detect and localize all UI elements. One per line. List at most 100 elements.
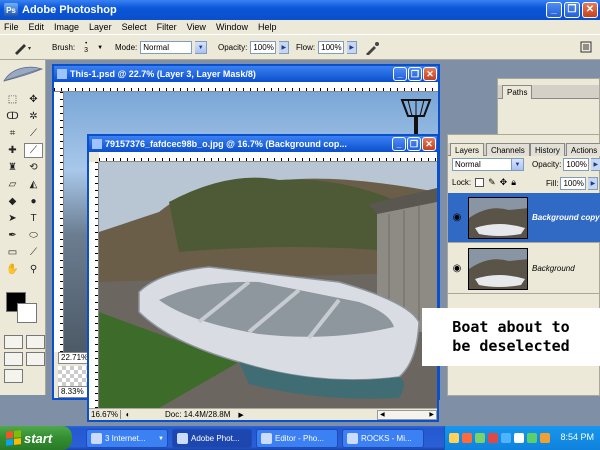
slice-tool-icon[interactable]: ⟋ bbox=[24, 126, 43, 141]
menu-image[interactable]: Image bbox=[54, 22, 79, 32]
standard-mode-icon[interactable] bbox=[4, 335, 23, 349]
maximize-icon[interactable]: ❐ bbox=[407, 137, 421, 151]
tab-channels[interactable]: Channels bbox=[486, 143, 530, 156]
flow-input[interactable]: 100% bbox=[318, 41, 345, 54]
document-window-front[interactable]: 79157376_fafdcec98b_o.jpg @ 16.7% (Backg… bbox=[87, 134, 439, 422]
move-tool-icon[interactable]: ✥ bbox=[24, 92, 43, 107]
menu-file[interactable]: File bbox=[4, 22, 19, 32]
lock-position-icon[interactable]: ✥ bbox=[500, 177, 508, 188]
app-title-bar[interactable]: Ps Adobe Photoshop _ ❐ ✕ bbox=[0, 0, 600, 20]
tray-icon-8[interactable] bbox=[540, 433, 550, 443]
tray-icon-1[interactable] bbox=[449, 433, 459, 443]
blur-tool-icon[interactable]: ◆ bbox=[3, 194, 22, 209]
notes-tool-icon[interactable]: ▭ bbox=[3, 245, 22, 260]
photoshop-feather-icon[interactable] bbox=[2, 63, 44, 85]
doc-front-hscrollbar[interactable]: ◀ ▶ bbox=[377, 409, 437, 420]
lasso-tool-icon[interactable]: ↀ bbox=[3, 109, 22, 124]
history-brush-tool-icon[interactable]: ⟲ bbox=[24, 160, 43, 175]
tray-icon-4[interactable] bbox=[488, 433, 498, 443]
status-info-icon[interactable]: ◐ bbox=[121, 410, 135, 419]
tab-layers[interactable]: Layers bbox=[450, 143, 485, 156]
layer-opacity-slider-icon[interactable]: ▶ bbox=[591, 158, 600, 171]
mode-dropdown-icon[interactable]: ▼ bbox=[195, 41, 208, 54]
layer-row-background-copy[interactable]: ◉ Background copy bbox=[448, 193, 600, 243]
menu-edit[interactable]: Edit bbox=[29, 22, 45, 32]
layer-row-background[interactable]: ◉ Background bbox=[448, 244, 600, 294]
blend-mode-dropdown-icon[interactable]: ▼ bbox=[512, 158, 524, 171]
menu-help[interactable]: Help bbox=[258, 22, 277, 32]
tray-icon-2[interactable] bbox=[462, 433, 472, 443]
close-icon[interactable]: ✕ bbox=[422, 137, 436, 151]
start-button[interactable]: start bbox=[0, 426, 72, 450]
eraser-tool-icon[interactable]: ▱ bbox=[3, 177, 22, 192]
layer-visibility-eye-icon[interactable]: ◉ bbox=[448, 244, 466, 294]
minimize-icon[interactable]: _ bbox=[546, 2, 562, 18]
tool-preset-picker[interactable] bbox=[12, 41, 32, 55]
healing-brush-tool-icon[interactable]: ✚ bbox=[3, 143, 22, 158]
opacity-input[interactable]: 100% bbox=[250, 41, 277, 54]
menu-select[interactable]: Select bbox=[122, 22, 147, 32]
brush-dropdown-icon[interactable]: ▼ bbox=[97, 45, 103, 51]
taskbar-item-rocks[interactable]: ROCKS - Mi... bbox=[342, 429, 424, 448]
fill-input[interactable]: 100% bbox=[560, 177, 587, 190]
layer-opacity-input[interactable]: 100% bbox=[563, 158, 590, 171]
menu-window[interactable]: Window bbox=[216, 22, 248, 32]
doc-front-canvas[interactable] bbox=[99, 162, 437, 408]
close-icon[interactable]: ✕ bbox=[423, 67, 437, 81]
opacity-slider-icon[interactable]: ▶ bbox=[279, 41, 290, 54]
taskbar-item-internet[interactable]: 3 Internet... ▼ bbox=[86, 429, 168, 448]
hand-tool-icon[interactable]: ✋ bbox=[3, 262, 22, 277]
background-color-swatch[interactable] bbox=[17, 303, 37, 323]
doc-front-title-bar[interactable]: 79157376_fafdcec98b_o.jpg @ 16.7% (Backg… bbox=[89, 136, 437, 152]
taskbar-item-editor[interactable]: Editor - Pho... bbox=[256, 429, 338, 448]
doc-back-title-bar[interactable]: This-1.psd @ 22.7% (Layer 3, Layer Mask/… bbox=[54, 66, 438, 82]
status-menu-arrow-icon[interactable]: ▶ bbox=[238, 411, 243, 419]
layer-visibility-eye-icon[interactable]: ◉ bbox=[448, 193, 466, 243]
brush-size-preview[interactable]: • 3 bbox=[78, 41, 94, 54]
type-tool-icon[interactable]: T bbox=[24, 211, 43, 226]
tab-history[interactable]: History bbox=[530, 143, 565, 156]
full-screen-mode-icon[interactable] bbox=[26, 352, 45, 366]
shape-tool-icon[interactable]: ⬭ bbox=[24, 228, 43, 243]
quick-mask-mode-icon[interactable] bbox=[26, 335, 45, 349]
clone-stamp-tool-icon[interactable]: ♜ bbox=[3, 160, 22, 175]
tray-icon-3[interactable] bbox=[475, 433, 485, 443]
dodge-tool-icon[interactable]: ● bbox=[24, 194, 43, 209]
palette-well-button[interactable] bbox=[580, 41, 592, 53]
lock-pixels-icon[interactable]: ✎ bbox=[488, 177, 496, 188]
blend-mode-select[interactable]: Normal bbox=[452, 158, 512, 171]
marquee-tool-icon[interactable]: ⬚ bbox=[3, 92, 22, 107]
pen-tool-icon[interactable]: ✒ bbox=[3, 228, 22, 243]
tray-icon-5[interactable] bbox=[501, 433, 511, 443]
menu-view[interactable]: View bbox=[187, 22, 206, 32]
jump-to-imageready-icon[interactable] bbox=[4, 369, 23, 383]
path-selection-tool-icon[interactable]: ➤ bbox=[3, 211, 22, 226]
tray-icon-7[interactable] bbox=[527, 433, 537, 443]
standard-screen-mode-icon[interactable] bbox=[4, 352, 23, 366]
maximize-icon[interactable]: ❐ bbox=[408, 67, 422, 81]
magic-wand-tool-icon[interactable]: ✲ bbox=[24, 109, 43, 124]
crop-tool-icon[interactable]: ⌗ bbox=[3, 126, 22, 141]
tray-icon-6[interactable] bbox=[514, 433, 524, 443]
maximize-icon[interactable]: ❐ bbox=[564, 2, 580, 18]
fill-slider-icon[interactable]: ▶ bbox=[588, 177, 599, 190]
minimize-icon[interactable]: _ bbox=[392, 137, 406, 151]
tab-actions[interactable]: Actions bbox=[566, 143, 600, 156]
menu-layer[interactable]: Layer bbox=[89, 22, 112, 32]
tab-paths[interactable]: Paths bbox=[502, 85, 533, 99]
minimize-icon[interactable]: _ bbox=[393, 67, 407, 81]
lock-all-icon[interactable]: 🔒︎ bbox=[511, 177, 516, 188]
lock-transparency-icon[interactable] bbox=[475, 178, 485, 187]
paint-bucket-tool-icon[interactable]: ◭ bbox=[24, 177, 43, 192]
menu-filter[interactable]: Filter bbox=[157, 22, 177, 32]
zoom-tool-icon[interactable]: ⚲ bbox=[24, 262, 43, 277]
close-icon[interactable]: ✕ bbox=[582, 2, 598, 18]
brush-picker[interactable]: Brush: • 3 ▼ bbox=[52, 41, 103, 54]
eyedropper-tool-icon[interactable]: ⟋ bbox=[24, 245, 43, 260]
airbrush-toggle[interactable] bbox=[364, 41, 380, 55]
taskbar-item-photoshop[interactable]: Adobe Phot... bbox=[172, 429, 252, 448]
flow-slider-icon[interactable]: ▶ bbox=[347, 41, 358, 54]
brush-tool-icon-active[interactable]: ⟋ bbox=[24, 143, 43, 158]
doc-front-zoom[interactable]: 16.67% bbox=[89, 410, 121, 419]
mode-select[interactable]: Normal bbox=[140, 41, 193, 54]
